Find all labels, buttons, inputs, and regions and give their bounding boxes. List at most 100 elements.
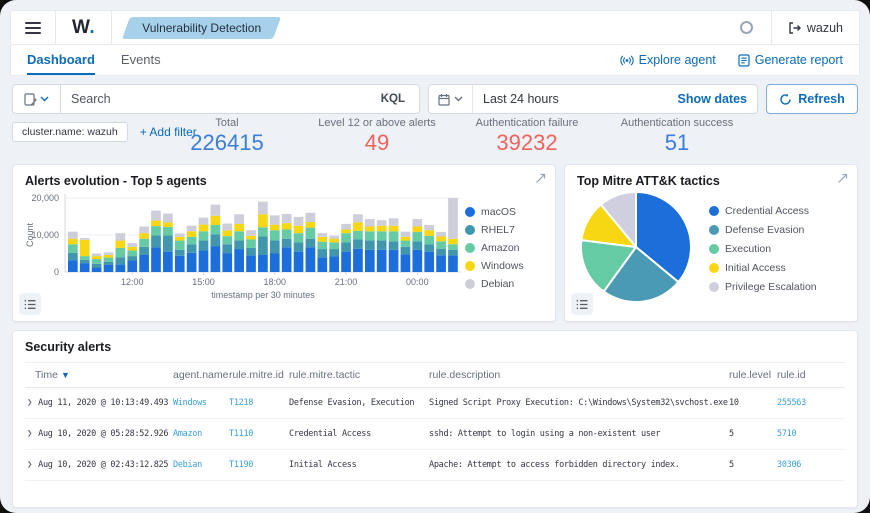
bar-segment[interactable] xyxy=(68,238,78,245)
cell-agent-name[interactable]: Windows xyxy=(173,398,229,408)
show-dates-button[interactable]: Show dates xyxy=(668,92,757,106)
bar-segment[interactable] xyxy=(341,251,351,272)
column-header-time[interactable]: Time ▼ xyxy=(25,369,173,381)
bar-segment[interactable] xyxy=(222,236,233,245)
column-header-rule-id[interactable]: rule.id xyxy=(777,369,845,381)
bar-segment[interactable] xyxy=(151,235,161,248)
bar-segment[interactable] xyxy=(115,264,126,272)
bar-segment[interactable] xyxy=(353,214,363,223)
bar-segment[interactable] xyxy=(424,244,435,252)
bar-segment[interactable] xyxy=(68,244,78,253)
bar-segment[interactable] xyxy=(436,248,446,256)
bar-segment[interactable] xyxy=(341,229,351,234)
bar-segment[interactable] xyxy=(174,236,185,241)
bar-segment[interactable] xyxy=(329,256,340,272)
legend-item[interactable]: Defense Evasion xyxy=(709,224,845,236)
bar-segment[interactable] xyxy=(400,246,411,255)
bar-segment[interactable] xyxy=(353,239,363,249)
bar-segment[interactable] xyxy=(91,267,102,272)
bar-segment[interactable] xyxy=(341,242,351,252)
bar-segment[interactable] xyxy=(115,240,126,248)
bar-segment[interactable] xyxy=(329,235,340,239)
bar-segment[interactable] xyxy=(317,236,328,242)
bar-segment[interactable] xyxy=(198,224,209,232)
bar-segment[interactable] xyxy=(246,255,256,272)
bar-segment[interactable] xyxy=(269,240,280,254)
bar-segment[interactable] xyxy=(258,201,268,215)
cell-rule-id-value[interactable]: 5710 xyxy=(777,429,797,439)
bar-segment[interactable] xyxy=(91,253,102,257)
column-header-rule-description[interactable]: rule.description xyxy=(429,369,729,381)
expand-button[interactable] xyxy=(837,173,848,184)
bar-segment[interactable] xyxy=(293,225,304,234)
bar-segment[interactable] xyxy=(376,225,387,232)
cell-mitre-id-value[interactable]: T1110 xyxy=(229,429,253,439)
bar-segment[interactable] xyxy=(79,259,90,264)
bar-segment[interactable] xyxy=(210,215,221,226)
bar-segment[interactable] xyxy=(412,219,423,227)
legend-item[interactable]: Windows xyxy=(465,260,543,272)
cell-rule-id[interactable]: 255563 xyxy=(777,398,845,408)
bar-segment[interactable] xyxy=(317,241,328,250)
sort-icon[interactable]: ▼ xyxy=(61,370,70,380)
bar-segment[interactable] xyxy=(151,247,161,272)
bar-segment[interactable] xyxy=(103,254,114,258)
bar-segment[interactable] xyxy=(91,259,102,264)
bar-segment[interactable] xyxy=(198,240,209,251)
bar-segment[interactable] xyxy=(317,233,328,237)
bar-segment[interactable] xyxy=(151,226,161,236)
kql-button[interactable]: KQL xyxy=(377,91,409,107)
cell-mitre-id-value[interactable]: T1190 xyxy=(229,460,253,470)
bar-segment[interactable] xyxy=(376,249,387,272)
bar-segment[interactable] xyxy=(103,264,114,272)
bar-segment[interactable] xyxy=(424,230,435,236)
bar-segment[interactable] xyxy=(269,224,280,231)
bar-segment[interactable] xyxy=(305,212,316,223)
bar-segment[interactable] xyxy=(317,257,328,272)
bar-segment[interactable] xyxy=(305,247,316,272)
user-menu[interactable]: wazuh xyxy=(772,21,859,35)
bar-segment[interactable] xyxy=(281,223,292,230)
bar-segment[interactable] xyxy=(281,213,292,224)
bar-segment[interactable] xyxy=(281,229,292,239)
bar-segment[interactable] xyxy=(163,251,173,272)
bar-segment[interactable] xyxy=(353,230,363,240)
bar-segment[interactable] xyxy=(281,247,292,272)
bar-segment[interactable] xyxy=(68,231,78,239)
bar-segment[interactable] xyxy=(127,246,138,251)
bar-segment[interactable] xyxy=(68,252,78,261)
bar-segment[interactable] xyxy=(400,254,411,272)
bar-segment[interactable] xyxy=(424,251,435,272)
cell-agent-name-value[interactable]: Debian xyxy=(173,460,202,470)
bar-segment[interactable] xyxy=(151,210,161,221)
bar-segment[interactable] xyxy=(436,241,446,249)
filter-pill[interactable]: cluster.name: wazuh xyxy=(12,122,128,142)
bar-segment[interactable] xyxy=(222,230,233,237)
legend-item[interactable]: RHEL7 xyxy=(465,224,543,236)
bar-segment[interactable] xyxy=(448,198,458,239)
bar-segment[interactable] xyxy=(210,246,221,272)
bar-segment[interactable] xyxy=(388,241,399,250)
bar-segment[interactable] xyxy=(448,255,458,272)
bar-segment[interactable] xyxy=(234,214,244,224)
quick-select-button[interactable] xyxy=(429,85,473,113)
refresh-button[interactable]: Refresh xyxy=(766,84,858,114)
bar-segment[interactable] xyxy=(305,222,316,228)
column-header-agent-name[interactable]: agent.name xyxy=(173,369,229,381)
bar-segment[interactable] xyxy=(341,233,351,243)
legend-item[interactable]: Execution xyxy=(709,243,845,255)
expand-button[interactable] xyxy=(535,173,546,184)
table-row[interactable]: ❯ Aug 11, 2020 @ 10:13:49.493 Windows T1218… xyxy=(25,388,845,419)
alerts-evolution-bar-chart[interactable]: 0 10,000 20,000 12:00 15:00 18:00 21:00 00:00 ti… xyxy=(25,190,465,308)
bar-segment[interactable] xyxy=(198,250,209,272)
cell-mitre-id-value[interactable]: T1218 xyxy=(229,398,253,408)
table-row[interactable]: ❯ Aug 10, 2020 @ 02:43:12.825 Debian T1190 I… xyxy=(25,450,845,481)
bar-segment[interactable] xyxy=(222,223,233,231)
bar-segment[interactable] xyxy=(234,231,244,241)
bar-segment[interactable] xyxy=(115,257,126,265)
inspector-button[interactable] xyxy=(19,293,41,315)
bar-segment[interactable] xyxy=(68,260,78,272)
bar-segment[interactable] xyxy=(258,254,268,272)
bar-segment[interactable] xyxy=(198,231,209,241)
bar-segment[interactable] xyxy=(436,232,446,237)
